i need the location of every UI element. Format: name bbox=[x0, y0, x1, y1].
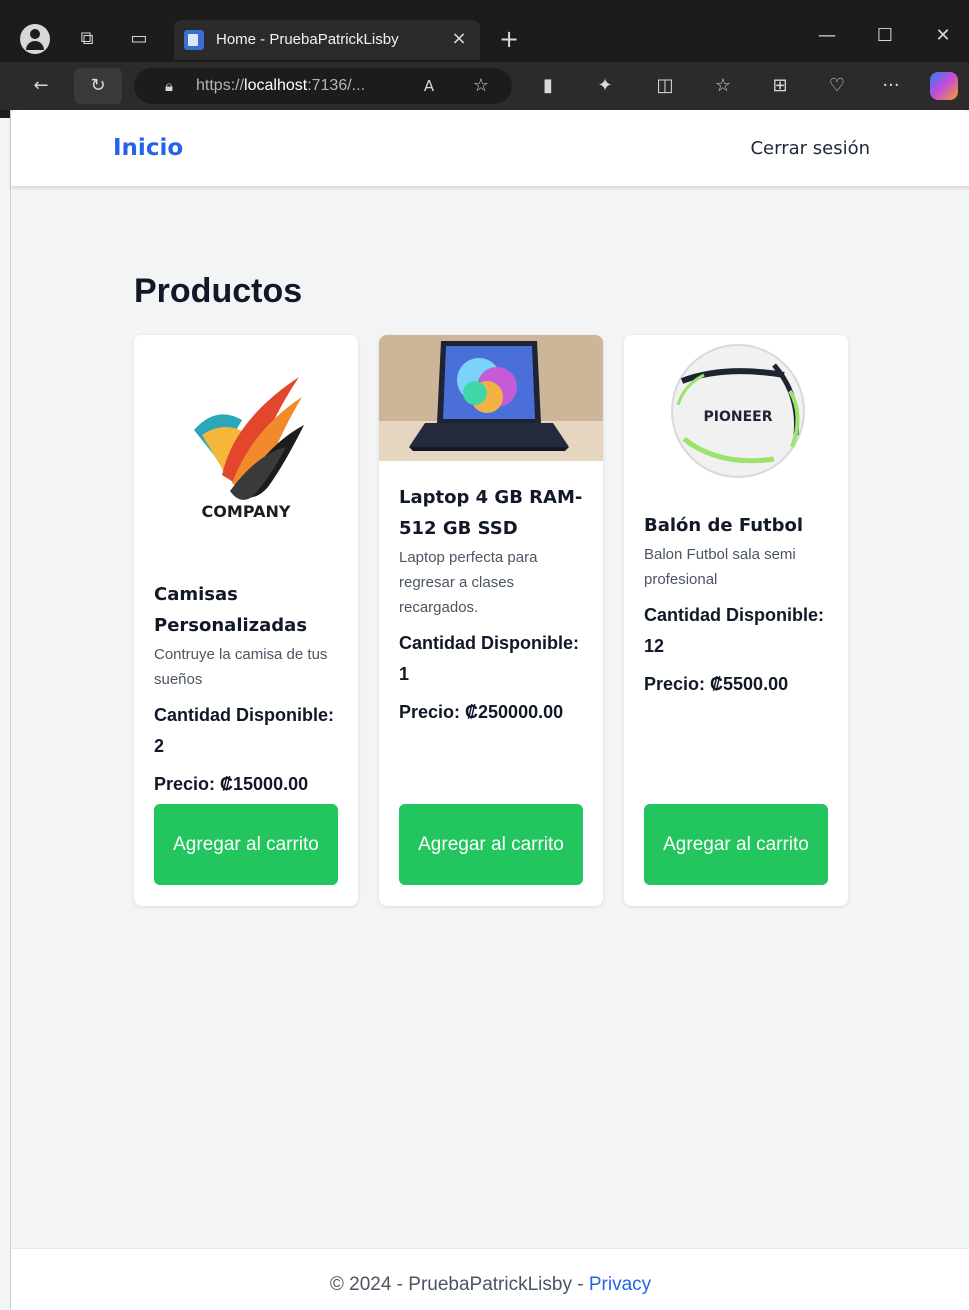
footer: © 2024 - PruebaPatrickLisby - Privacy bbox=[11, 1248, 969, 1310]
copilot-icon[interactable] bbox=[930, 72, 958, 100]
add-to-cart-button[interactable]: Agregar al carrito bbox=[399, 804, 583, 885]
product-card: PIONEER Balón de Futbol Balon Futbol sal… bbox=[624, 335, 848, 906]
browser-essentials-icon[interactable]: ♡ bbox=[822, 72, 852, 100]
laptop-image-icon bbox=[379, 335, 603, 461]
product-card-body: Balón de Futbol Balon Futbol sala semi p… bbox=[644, 510, 830, 696]
product-price: Precio: ₡5500.00 bbox=[644, 674, 789, 694]
product-price: Precio: ₡15000.00 bbox=[154, 774, 309, 794]
refresh-icon: ↻ bbox=[90, 75, 106, 96]
collections-icon[interactable]: ⊞ bbox=[765, 72, 795, 100]
logout-link[interactable]: Cerrar sesión bbox=[750, 138, 870, 159]
product-card: COMPANY Camisas Personalizadas Contruye … bbox=[134, 335, 358, 906]
workspaces-icon[interactable]: ⧉ bbox=[72, 25, 102, 53]
product-image: COMPANY bbox=[134, 335, 358, 565]
tab-title: Home - PruebaPatrickLisby bbox=[216, 31, 399, 48]
product-image bbox=[379, 335, 603, 461]
more-menu-icon[interactable]: ··· bbox=[876, 72, 906, 100]
product-image: PIONEER bbox=[624, 335, 848, 495]
new-tab-icon[interactable]: + bbox=[494, 25, 524, 53]
soccer-ball-image-icon: PIONEER bbox=[671, 344, 805, 478]
extension-icon[interactable]: ▮ bbox=[533, 72, 563, 100]
favorite-star-icon[interactable]: ☆ bbox=[466, 72, 496, 100]
read-aloud-icon[interactable]: A bbox=[414, 72, 444, 100]
product-description: Contruye la camisa de tus sueños bbox=[154, 646, 328, 688]
page-title: Productos bbox=[134, 272, 303, 310]
product-quantity: Cantidad Disponible: 12 bbox=[644, 605, 824, 656]
split-screen-icon[interactable]: ◫ bbox=[650, 72, 680, 100]
privacy-link[interactable]: Privacy bbox=[589, 1274, 651, 1295]
add-to-cart-button[interactable]: Agregar al carrito bbox=[154, 804, 338, 885]
close-tab-icon[interactable]: × bbox=[448, 28, 470, 50]
refresh-button[interactable]: ↻ bbox=[74, 68, 122, 104]
product-card: Laptop 4 GB RAM-512 GB SSD Laptop perfec… bbox=[379, 335, 603, 906]
pioneer-logo-text: PIONEER bbox=[704, 409, 773, 425]
extensions-puzzle-icon[interactable]: ✦ bbox=[590, 72, 620, 100]
lock-icon[interactable]: 🔒︎ bbox=[154, 72, 184, 100]
product-name: Laptop 4 GB RAM-512 GB SSD bbox=[399, 487, 583, 539]
product-quantity: Cantidad Disponible: 1 bbox=[399, 633, 579, 684]
profile-icon[interactable] bbox=[20, 24, 50, 54]
nav-brand-link[interactable]: Inicio bbox=[113, 135, 183, 161]
tab-home[interactable]: Home - PruebaPatrickLisby × bbox=[174, 20, 480, 60]
company-logo-icon: COMPANY bbox=[194, 377, 304, 521]
address-bar[interactable]: 🔒︎ https://localhost:7136/... A ☆ bbox=[134, 68, 512, 104]
page-viewport: Inicio Cerrar sesión Productos COMPANY C… bbox=[10, 110, 969, 1310]
favorites-icon[interactable]: ☆ bbox=[708, 72, 738, 100]
product-price: Precio: ₡250000.00 bbox=[399, 702, 564, 722]
product-quantity: Cantidad Disponible: 2 bbox=[154, 705, 334, 756]
product-name: Balón de Futbol bbox=[644, 515, 804, 536]
close-window-icon[interactable]: ✕ bbox=[928, 22, 958, 50]
minimize-icon[interactable]: — bbox=[812, 22, 842, 50]
product-description: Laptop perfecta para regresar a clases r… bbox=[399, 549, 538, 616]
product-card-body: Laptop 4 GB RAM-512 GB SSD Laptop perfec… bbox=[399, 482, 585, 724]
product-description: Balon Futbol sala semi profesional bbox=[644, 546, 796, 588]
page-favicon-icon bbox=[184, 30, 204, 50]
maximize-icon[interactable]: ☐ bbox=[870, 22, 900, 50]
product-name: Camisas Personalizadas bbox=[154, 584, 308, 636]
url-text[interactable]: https://localhost:7136/... bbox=[196, 77, 365, 95]
back-icon[interactable]: ← bbox=[26, 72, 56, 100]
product-card-body: Camisas Personalizadas Contruye la camis… bbox=[154, 579, 340, 796]
footer-text: © 2024 - PruebaPatrickLisby - Privacy bbox=[329, 1274, 652, 1295]
navbar: Inicio Cerrar sesión bbox=[11, 110, 969, 186]
company-logo-text: COMPANY bbox=[202, 502, 291, 521]
tab-actions-icon[interactable]: ▭ bbox=[124, 25, 154, 53]
add-to-cart-button[interactable]: Agregar al carrito bbox=[644, 804, 828, 885]
tab-bar: ⧉ ▭ Home - PruebaPatrickLisby × + — ☐ ✕ bbox=[0, 0, 969, 62]
